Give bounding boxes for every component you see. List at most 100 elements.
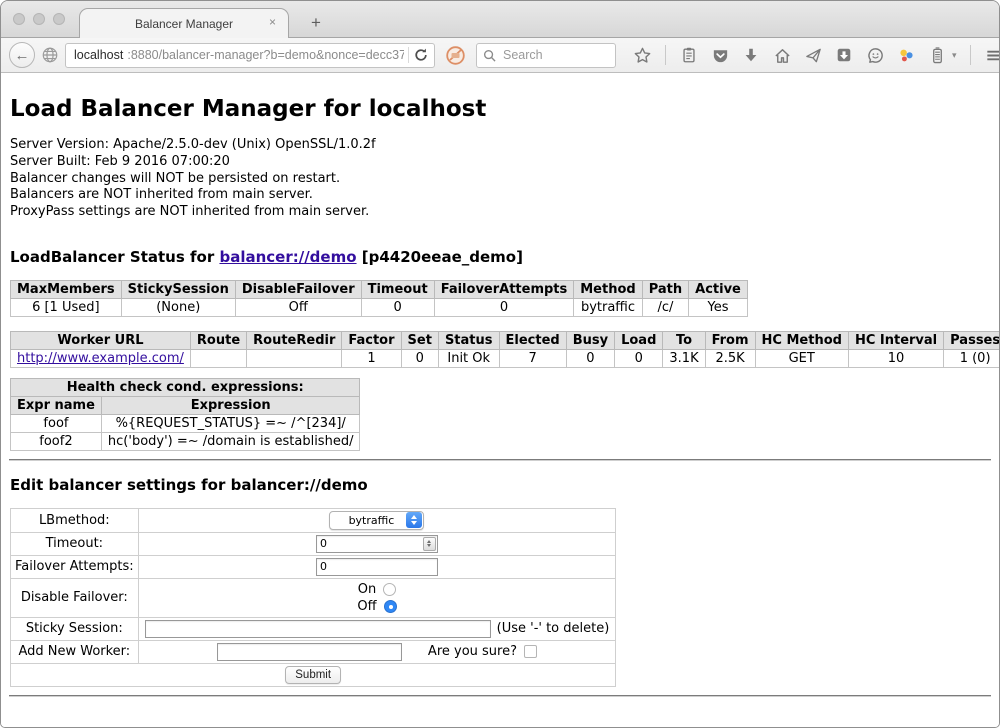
are-you-sure-label: Are you sure? [428,644,517,659]
chevron-down-icon[interactable]: ▾ [952,50,957,61]
column-header: HC Method [755,331,848,349]
back-button[interactable]: ← [9,42,35,68]
column-header: Active [689,280,748,298]
cell-expression: %{REQUEST_STATUS} =~ /^[234]/ [101,414,360,432]
search-input[interactable] [501,47,609,63]
cell-failoverattempts: 0 [434,298,574,316]
bottom-divider [9,695,991,697]
submit-button[interactable]: Submit [285,666,341,684]
column-header: Expr name [11,396,102,414]
cell-active: Yes [689,298,748,316]
column-header: Set [401,331,438,349]
cell-expr-name: foof [11,414,102,432]
form-row-timeout: Timeout: 0 [11,532,616,555]
edit-settings-heading: Edit balancer settings for balancer://de… [10,476,991,494]
cell-worker-url: http://www.example.com/ [11,349,191,367]
window-zoom-button[interactable] [53,13,65,25]
cell-passes: 1 (0) [944,349,999,367]
pocket-icon[interactable] [710,45,730,65]
column-header: HC Interval [848,331,943,349]
url-path: :8880/balancer-manager?b=demo&nonce=decc… [127,48,404,62]
select-stepper-icon [406,512,422,528]
browser-window: Balancer Manager × + ← localhost :8880/b… [0,0,1000,728]
reload-icon[interactable] [413,47,429,63]
table-header-row: Expr name Expression [11,396,360,414]
page-title: Load Balancer Manager for localhost [10,96,991,122]
column-header: Elected [499,331,566,349]
sticky-session-input[interactable] [145,620,491,638]
bookmark-star-icon[interactable] [632,45,652,65]
cell-disablefailover: Off [235,298,361,316]
reading-list-icon[interactable] [679,45,699,65]
cell-timeout: 0 [361,298,434,316]
new-tab-button[interactable]: + [305,12,327,33]
menu-hamburger-icon[interactable] [984,45,1000,65]
form-row-lbmethod: LBmethod: bytraffic [11,508,616,532]
column-header: Expression [101,396,360,414]
proxypass-note-line: ProxyPass settings are NOT inherited fro… [10,204,991,221]
cell-busy: 0 [566,349,614,367]
url-bar[interactable]: localhost :8880/balancer-manager?b=demo&… [65,43,435,68]
tab-title: Balancer Manager [135,17,233,31]
cell-route [190,349,246,367]
server-built-line: Server Built: Feb 9 2016 07:00:20 [10,154,991,171]
search-box[interactable] [476,43,616,68]
section-divider [9,459,991,461]
navigation-toolbar: ← localhost :8880/balancer-manager?b=dem… [1,37,999,73]
balancers-note-line: Balancers are NOT inherited from main se… [10,187,991,204]
form-row-failover: Failover Attempts: [11,555,616,578]
window-controls [13,13,65,25]
table-row: http://www.example.com/ 1 0 Init Ok 7 0 … [11,349,1000,367]
radio-off-label: Off [357,598,376,615]
edit-balancer-form: LBmethod: bytraffic Timeout: 0 [10,508,616,687]
number-stepper-icon[interactable] [423,537,436,551]
disable-failover-off-radio[interactable] [384,600,397,613]
save-to-device-icon[interactable] [834,45,854,65]
tab-balancer-manager[interactable]: Balancer Manager × [79,8,289,38]
chat-smiley-icon[interactable] [865,45,885,65]
downloads-icon[interactable] [741,45,761,65]
site-identity-globe-icon[interactable] [41,46,59,64]
tab-close-icon[interactable]: × [269,16,276,28]
form-row-add-worker: Add New Worker: Are you sure? [11,640,616,663]
balancer-demo-link[interactable]: balancer://demo [219,248,356,266]
persist-note-line: Balancer changes will NOT be persisted o… [10,171,991,188]
cell-expr-name: foof2 [11,432,102,450]
toolbar-divider [970,45,971,65]
worker-url-link[interactable]: http://www.example.com/ [17,351,184,366]
window-close-button[interactable] [13,13,25,25]
column-header: StickySession [121,280,235,298]
server-version-line: Server Version: Apache/2.5.0-dev (Unix) … [10,137,991,154]
lbmethod-selected-value: bytraffic [342,514,400,527]
column-header: DisableFailover [235,280,361,298]
column-header: Busy [566,331,614,349]
lbmethod-label: LBmethod: [11,508,139,532]
status-heading-suffix: [p4420eeae_demo] [357,248,523,266]
timeout-input[interactable]: 0 [316,535,438,553]
cell-status: Init Ok [438,349,499,367]
failover-attempts-label: Failover Attempts: [11,555,139,578]
disable-failover-label: Disable Failover: [11,578,139,617]
lbmethod-select[interactable]: bytraffic [329,511,424,530]
window-minimize-button[interactable] [33,13,45,25]
table-row: foof2 hc('body') =~ /domain is establish… [11,432,360,450]
home-icon[interactable] [772,45,792,65]
extension-battery-icon[interactable] [927,45,947,65]
colored-dots-icon[interactable] [896,45,916,65]
sticky-session-label: Sticky Session: [11,617,139,640]
form-row-submit: Submit [11,663,616,686]
column-header: Path [642,280,688,298]
are-you-sure-checkbox[interactable] [524,645,537,658]
disable-failover-on-radio[interactable] [383,583,396,596]
cell-routeredir [247,349,342,367]
radio-on-label: On [358,581,376,598]
content-blocked-icon[interactable] [445,45,466,66]
table-header-row: Worker URL Route RouteRedir Factor Set S… [11,331,1000,349]
add-worker-label: Add New Worker: [11,640,139,663]
failover-attempts-input[interactable] [316,558,438,576]
send-plane-icon[interactable] [803,45,823,65]
loadbalancer-status-heading: LoadBalancer Status for balancer://demo … [10,248,991,266]
cell-hc-interval: 10 [848,349,943,367]
search-icon [483,49,496,62]
add-worker-input[interactable] [217,643,402,661]
